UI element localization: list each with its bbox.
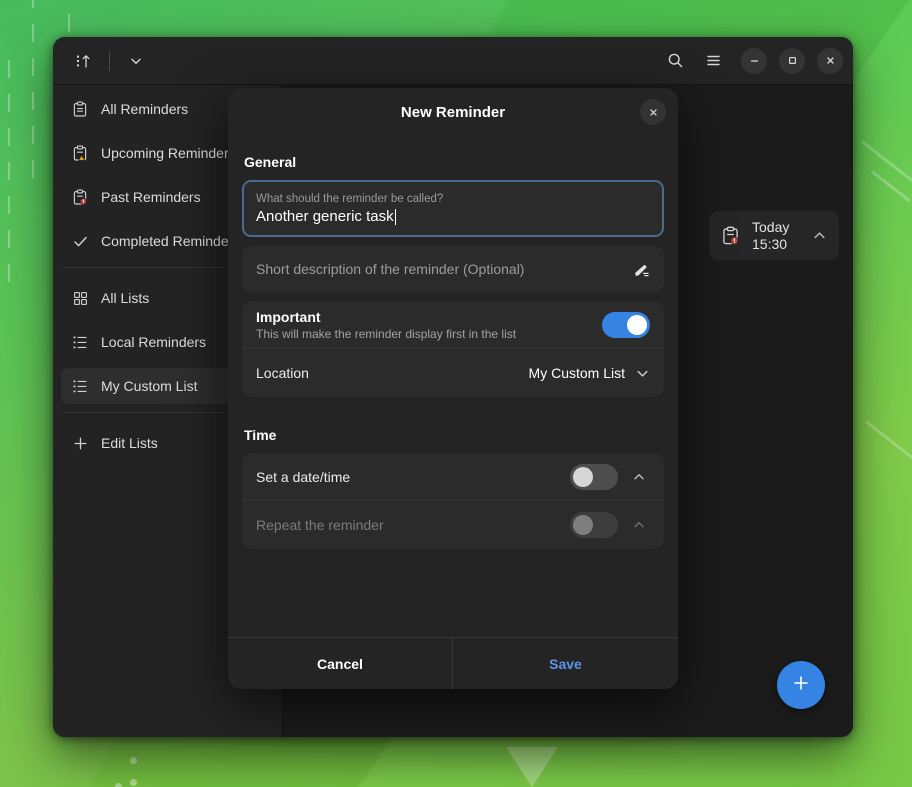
toggle-knob bbox=[573, 467, 593, 487]
plus-icon bbox=[791, 671, 811, 700]
set-datetime-row[interactable]: Set a date/time bbox=[242, 453, 664, 501]
wallpaper-decoration-triangle bbox=[506, 747, 558, 787]
window-titlebar bbox=[53, 37, 853, 85]
clipboard-warning-icon bbox=[71, 144, 89, 162]
important-sublabel: This will make the reminder display firs… bbox=[256, 327, 602, 341]
dialog-actions: Cancel Save bbox=[228, 637, 678, 689]
general-options-card: Important This will make the reminder di… bbox=[242, 301, 664, 397]
sidebar-item-label: Past Reminders bbox=[101, 189, 201, 205]
today-chip-text: Today 15:30 bbox=[752, 219, 789, 252]
wallpaper-decoration-dot bbox=[130, 779, 137, 786]
chevron-up-icon[interactable] bbox=[628, 514, 650, 536]
clipboard-overdue-icon bbox=[71, 188, 89, 206]
section-title-general: General bbox=[244, 154, 664, 170]
repeat-reminder-row[interactable]: Repeat the reminder bbox=[242, 501, 664, 549]
reminder-title-placeholder: What should the reminder be called? bbox=[256, 191, 650, 208]
grid-icon bbox=[71, 289, 89, 307]
dialog-body: General What should the reminder be call… bbox=[228, 136, 678, 637]
maximize-button[interactable] bbox=[779, 48, 805, 74]
wallpaper-decoration-dot bbox=[115, 783, 122, 787]
clipboard-icon bbox=[71, 100, 89, 118]
sidebar-item-label: Upcoming Reminders bbox=[101, 145, 236, 161]
titlebar-left-controls bbox=[67, 45, 152, 77]
wallpaper-decoration-dot bbox=[130, 757, 137, 764]
save-button[interactable]: Save bbox=[453, 638, 678, 689]
pencil-edit-icon[interactable] bbox=[633, 261, 650, 278]
location-label: Location bbox=[256, 365, 529, 381]
wallpaper-decoration-diagonal bbox=[861, 140, 912, 185]
text-caret bbox=[395, 209, 396, 225]
close-icon[interactable] bbox=[640, 99, 666, 125]
sidebar-item-label: All Lists bbox=[101, 290, 149, 306]
wallpaper-decoration-diagonal bbox=[865, 420, 912, 461]
location-row[interactable]: Location My Custom List bbox=[242, 349, 664, 397]
wallpaper-decoration-line bbox=[32, 0, 34, 190]
important-label: Important bbox=[256, 309, 602, 325]
sidebar-item-label: Edit Lists bbox=[101, 435, 158, 451]
clipboard-overdue-icon bbox=[721, 226, 740, 246]
today-chip-time: 15:30 bbox=[752, 236, 789, 253]
important-row[interactable]: Important This will make the reminder di… bbox=[242, 301, 664, 349]
plus-icon bbox=[71, 434, 89, 452]
chevron-up-icon[interactable] bbox=[812, 228, 827, 243]
cancel-button[interactable]: Cancel bbox=[228, 638, 453, 689]
section-title-time: Time bbox=[244, 427, 664, 443]
titlebar-right-controls bbox=[659, 45, 843, 77]
repeat-reminder-toggle[interactable] bbox=[570, 512, 618, 538]
toggle-knob bbox=[627, 315, 647, 335]
list-icon bbox=[71, 333, 89, 351]
sidebar-item-label: Completed Reminders bbox=[101, 233, 240, 249]
close-button[interactable] bbox=[817, 48, 843, 74]
search-icon[interactable] bbox=[659, 45, 691, 77]
location-value: My Custom List bbox=[529, 365, 625, 381]
reminder-title-value-line: Another generic task bbox=[256, 208, 650, 225]
titlebar-divider bbox=[109, 51, 110, 71]
sidebar-item-label: All Reminders bbox=[101, 101, 188, 117]
list-icon bbox=[71, 377, 89, 395]
reminder-description-input[interactable]: Short description of the reminder (Optio… bbox=[242, 246, 664, 292]
sidebar-item-label: Local Reminders bbox=[101, 334, 206, 350]
set-datetime-label: Set a date/time bbox=[256, 469, 570, 485]
repeat-reminder-label: Repeat the reminder bbox=[256, 517, 570, 533]
chevron-up-icon[interactable] bbox=[628, 466, 650, 488]
today-reminder-group[interactable]: Today 15:30 bbox=[709, 211, 839, 260]
important-labels: Important This will make the reminder di… bbox=[256, 309, 602, 341]
important-toggle[interactable] bbox=[602, 312, 650, 338]
sort-icon[interactable] bbox=[67, 45, 99, 77]
sidebar-item-label: My Custom List bbox=[101, 378, 197, 394]
reminder-description-placeholder: Short description of the reminder (Optio… bbox=[256, 261, 524, 277]
minimize-button[interactable] bbox=[741, 48, 767, 74]
add-reminder-fab[interactable] bbox=[777, 661, 825, 709]
time-options-card: Set a date/time Repeat the reminder bbox=[242, 453, 664, 549]
today-chip-day: Today bbox=[752, 219, 789, 236]
hamburger-menu-icon[interactable] bbox=[697, 45, 729, 77]
chevron-down-icon[interactable] bbox=[635, 366, 650, 381]
chevron-down-icon[interactable] bbox=[120, 45, 152, 77]
reminder-title-input[interactable]: What should the reminder be called? Anot… bbox=[242, 180, 664, 237]
set-datetime-toggle[interactable] bbox=[570, 464, 618, 490]
reminder-title-value: Another generic task bbox=[256, 208, 394, 225]
dialog-header: New Reminder bbox=[228, 88, 678, 136]
toggle-knob bbox=[573, 515, 593, 535]
checkmark-icon bbox=[71, 232, 89, 250]
dialog-title: New Reminder bbox=[401, 104, 505, 121]
new-reminder-dialog: New Reminder General What should the rem… bbox=[228, 88, 678, 689]
wallpaper-decoration-line bbox=[8, 60, 10, 290]
